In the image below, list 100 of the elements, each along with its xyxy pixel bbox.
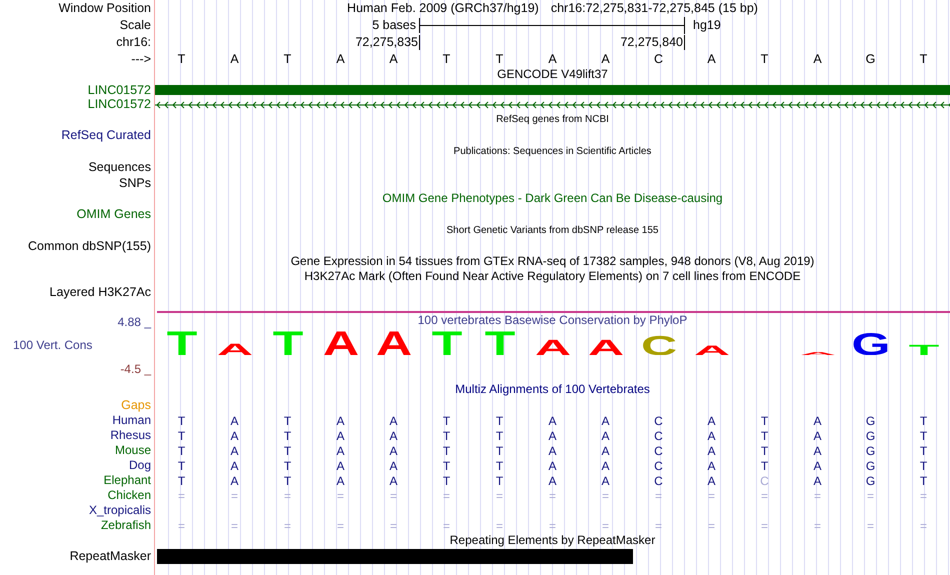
alignment-base: T (760, 428, 768, 442)
track-caption: RefSeq genes from NCBI (496, 112, 609, 126)
alignment-base: A (548, 414, 556, 428)
base-letter: A (813, 52, 822, 66)
logo-letter: A (532, 339, 572, 355)
base-letter: A (548, 52, 557, 66)
alignment-base: = (336, 488, 344, 502)
track-caption: GENCODE V49lift37 (497, 67, 608, 82)
alignment-base: G (866, 414, 876, 428)
alignment-base: T (178, 428, 186, 442)
track-label[interactable]: 100 Vert. Cons (0, 338, 151, 353)
alignment-base: T (920, 414, 928, 428)
alignment-base: T (178, 458, 186, 472)
base-letter: A (707, 52, 716, 66)
alignment-base: A (707, 444, 716, 458)
axis-min-label: -4.5 _ (119, 362, 151, 377)
alignment-base: T (284, 428, 292, 442)
alignment-base: A (813, 474, 822, 488)
base-letter: A (389, 52, 398, 66)
alignment-base: = (760, 518, 768, 532)
alignment-base: = (548, 488, 556, 502)
base-letter: A (230, 52, 239, 66)
base-letter: G (866, 52, 876, 66)
alignment-base: T (496, 444, 504, 458)
alignment-base: A (230, 458, 238, 472)
alignment-base: A (548, 444, 556, 458)
alignment-base: A (389, 458, 398, 472)
logo-letter: A (214, 343, 254, 355)
alignment-base: = (284, 518, 291, 532)
alignment-base: A (707, 474, 716, 488)
alignment-base: A (707, 428, 716, 442)
alignment-base: T (496, 474, 504, 488)
alignment-base: = (442, 518, 450, 532)
ruler-tick: 72,275,840 (620, 35, 685, 50)
alignment-base: T (760, 458, 768, 472)
alignment-base: T (496, 458, 504, 472)
alignment-base: A (389, 414, 398, 428)
logo-letter: T (480, 330, 520, 355)
alignment-base: = (548, 518, 556, 532)
base-letter: A (601, 52, 610, 66)
alignment-base: = (920, 488, 927, 502)
alignment-base: = (866, 488, 874, 502)
alignment-base: = (866, 518, 874, 532)
alignment-base: = (496, 488, 503, 502)
alignment-base: = (230, 488, 238, 502)
alignment-base: = (708, 488, 715, 502)
alignment-base: = (602, 488, 609, 502)
alignment-base: A (548, 474, 556, 488)
axis-max-label: 4.88 _ (116, 315, 151, 330)
track-caption: H3K27Ac Mark (Often Found Near Active Regulatory Elements) on 7 cell lines from ENCODE (304, 269, 801, 284)
alignment-base: A (389, 428, 398, 442)
logo-letter: T (162, 330, 202, 355)
alignment-base: A (601, 444, 610, 458)
alignment-base: = (654, 488, 662, 502)
alignment-base: A (813, 444, 822, 458)
alignment-base: T (442, 474, 450, 488)
base-letter: T (920, 52, 928, 66)
base-letter: T (284, 52, 292, 66)
logo-letter: T (904, 344, 944, 355)
alignment-base: = (496, 518, 503, 532)
alignment-base: T (496, 428, 504, 442)
track-caption: Repeating Elements by RepeatMasker (450, 533, 656, 548)
alignment-base: T (920, 444, 928, 458)
alignment-base: A (813, 428, 822, 442)
alignment-base: A (601, 428, 610, 442)
repeat-bar[interactable] (157, 548, 633, 564)
alignment-base: A (336, 428, 344, 442)
alignment-base: T (442, 414, 450, 428)
alignment-base: G (866, 474, 876, 488)
alignment-base: A (336, 414, 344, 428)
alignment-base: T (920, 428, 928, 442)
logo-letter: A (692, 345, 732, 355)
alignment-base: = (760, 488, 768, 502)
alignment-base: A (601, 474, 610, 488)
alignment-base: = (178, 518, 185, 532)
alignment-base: G (866, 428, 876, 442)
alignment-base: = (390, 488, 397, 502)
alignment-base: A (813, 458, 822, 472)
base-letter: T (178, 52, 186, 66)
logo-letter: A (320, 330, 360, 355)
alignment-base: T (920, 474, 928, 488)
logo-letter: A (586, 339, 626, 355)
alignment-base: = (390, 518, 397, 532)
track-caption: 100 vertebrates Basewise Conservation by PhyloP (418, 313, 688, 328)
logo-letter: T (426, 330, 466, 355)
base-letter: A (336, 52, 345, 66)
alignment-base: C (654, 444, 663, 458)
alignment-base: A (813, 414, 822, 428)
alignment-base: = (654, 518, 662, 532)
alignment-base: A (230, 474, 238, 488)
alignment-base: A (601, 414, 610, 428)
alignment-base: = (230, 518, 238, 532)
track-caption: Gene Expression in 54 tissues from GTEx RNA-seq of 17382 samples, 948 donors (V8, Aug 2019) (290, 254, 814, 269)
alignment-base: G (866, 444, 876, 458)
logo-letter: C (638, 335, 678, 355)
alignment-base: A (336, 474, 344, 488)
alignment-base: A (336, 458, 344, 472)
track-caption: Multiz Alignments of 100 Vertebrates (455, 382, 650, 397)
alignment-base: = (442, 488, 450, 502)
base-letter: T (496, 52, 504, 66)
